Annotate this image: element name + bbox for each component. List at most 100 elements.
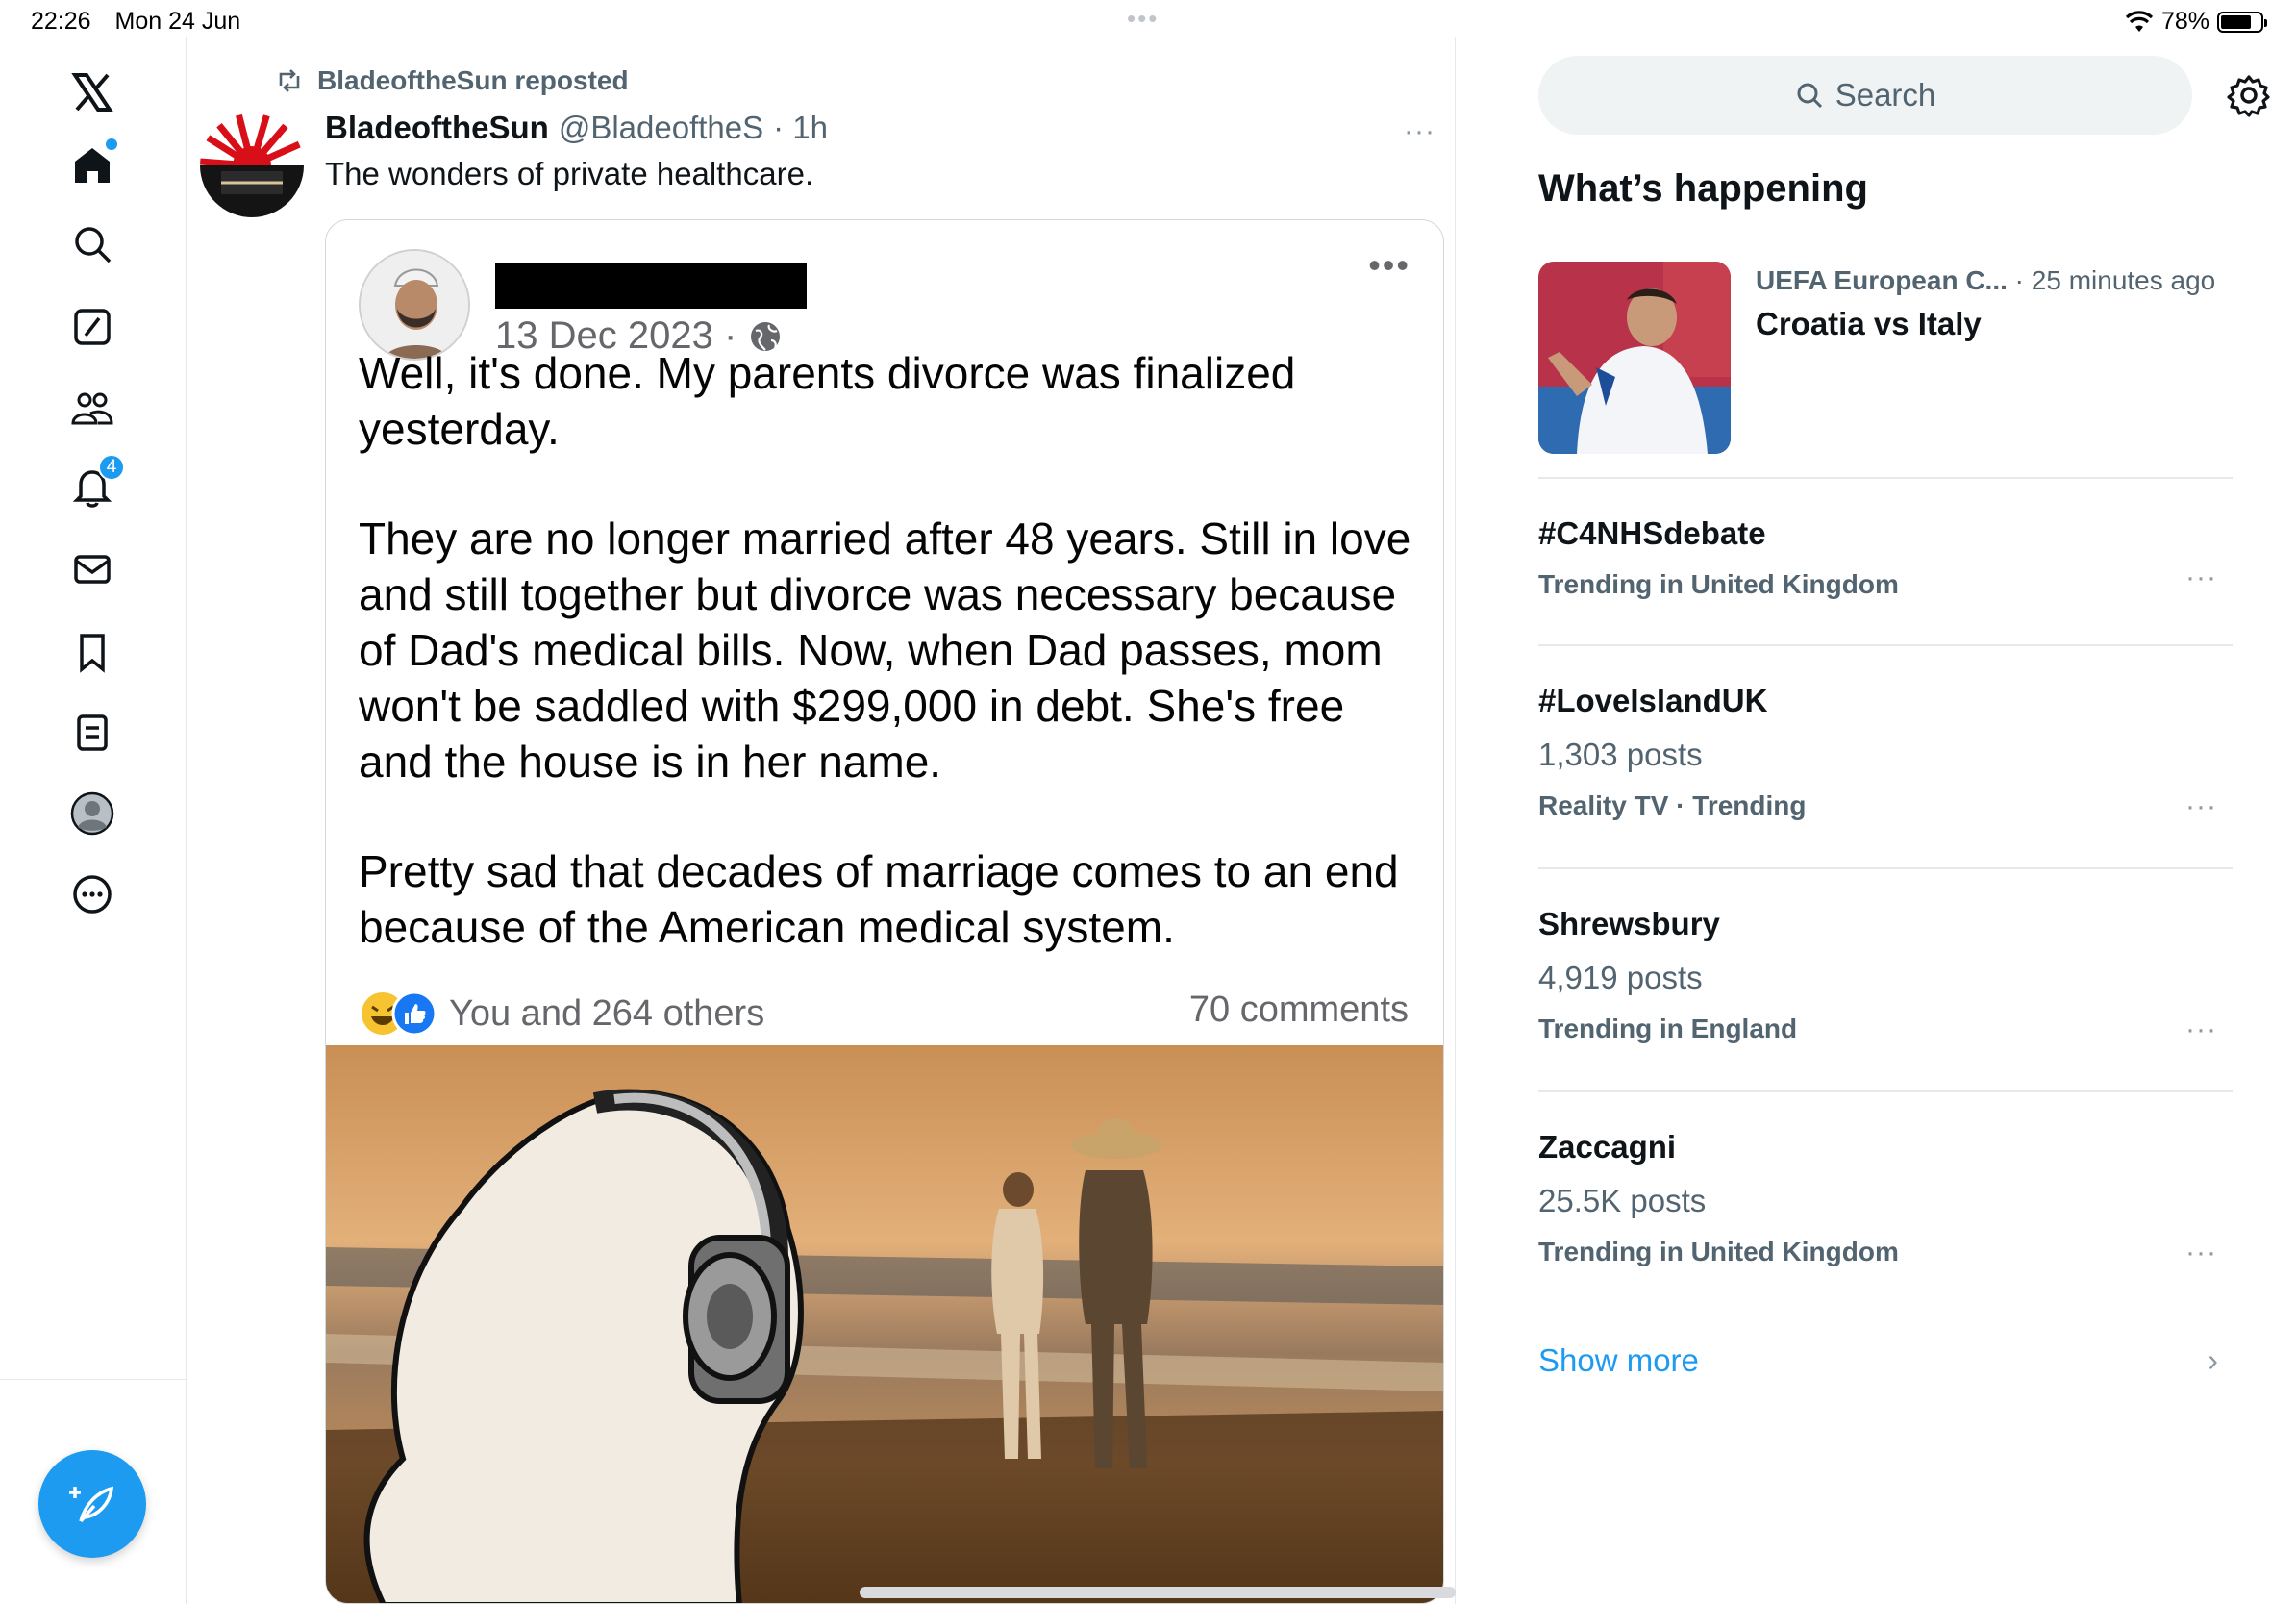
post-time[interactable]: · 1h: [773, 110, 828, 146]
trend-count: 4,919 posts: [1538, 960, 1703, 995]
nav-messages[interactable]: [58, 535, 127, 604]
trend-divider: [1538, 1090, 2233, 1092]
gear-icon: [2227, 75, 2270, 117]
repost-indicator[interactable]: BladeoftheSun reposted: [275, 65, 629, 96]
screenshot-paragraph: Well, it's done. My parents divorce was …: [359, 348, 1296, 454]
nav-profile[interactable]: [58, 779, 127, 848]
football-player-image: [1538, 262, 1731, 454]
battery-icon: [2217, 11, 2267, 33]
trend-more-button[interactable]: ···: [2185, 1237, 2217, 1269]
search-icon: [1797, 83, 1822, 109]
trend-name: Shrewsbury: [1538, 906, 1720, 941]
nav-lists[interactable]: [58, 698, 127, 767]
nav-bookmarks[interactable]: [58, 617, 127, 687]
news-meta: UEFA European C... · 25 minutes ago: [1756, 265, 2215, 296]
status-time: 22:26: [31, 8, 91, 35]
chevron-right-icon[interactable]: ›: [2208, 1342, 2218, 1379]
trend-context: Trending in United Kingdom: [1538, 569, 1899, 599]
screenshot-profile-avatar: [359, 249, 470, 361]
nav-divider: [0, 1379, 187, 1380]
list-icon: [77, 714, 108, 751]
trend-name: #LoveIslandUK: [1538, 683, 1768, 718]
bearded-man-avatar-image: [361, 251, 468, 359]
search-input[interactable]: Search: [1538, 56, 2192, 135]
wifi-icon: [2125, 10, 2154, 32]
trend-item[interactable]: #LoveIslandUK 1,303 posts Reality TV · T…: [1538, 683, 2233, 823]
section-title: What’s happening: [1538, 167, 1868, 210]
trend-divider: [1538, 644, 2233, 646]
nav-grok[interactable]: [58, 292, 127, 362]
compose-post-button[interactable]: [38, 1450, 146, 1558]
rising-sun-avatar-image: [200, 113, 304, 217]
nav-explore[interactable]: [58, 210, 127, 279]
timeline: BladeoftheSun reposted BladeoftheSun @Bl…: [187, 37, 1456, 1604]
status-bar: 22:26 Mon 24 Jun ••• 78%: [0, 0, 2296, 37]
mail-icon: [74, 555, 111, 584]
unread-dot: [106, 138, 117, 150]
battery-level: [2221, 14, 2252, 29]
screenshot-dots: •••: [1368, 245, 1410, 285]
show-more-link[interactable]: Show more: [1538, 1342, 1699, 1379]
search-icon: [75, 227, 112, 263]
trend-count: 1,303 posts: [1538, 737, 1703, 772]
trend-item[interactable]: Shrewsbury 4,919 posts Trending in Engla…: [1538, 906, 2233, 1046]
meme-image: [326, 1045, 1443, 1603]
grok-icon: [74, 309, 111, 345]
trend-context: Trending in England: [1538, 1014, 1798, 1043]
repost-icon: [279, 69, 300, 92]
bookmark-icon: [80, 634, 105, 673]
nav-more[interactable]: [58, 860, 127, 929]
app-root: { "status_bar": { "time": "22:26", "date…: [0, 0, 2296, 1604]
more-circle-icon: [73, 875, 112, 914]
x-logo[interactable]: [58, 58, 127, 127]
author-avatar[interactable]: [200, 113, 304, 217]
trend-more-button[interactable]: ···: [2185, 790, 2217, 823]
nav-home[interactable]: [58, 131, 127, 200]
search-placeholder: Search: [1834, 77, 1936, 113]
trend-count: 25.5K posts: [1538, 1183, 1707, 1218]
author-handle[interactable]: @BladeoftheS: [559, 110, 763, 146]
news-title: Croatia vs Italy: [1756, 306, 1982, 341]
trend-divider: [1538, 477, 2233, 479]
post-media-image[interactable]: 13 Dec 2023 · ••• Well, it's done. My pa…: [325, 219, 1444, 1604]
status-indicators: 78%: [2125, 8, 2267, 36]
trend-item[interactable]: Zaccagni 25.5K posts Trending in United …: [1538, 1129, 2233, 1269]
battery-percent: 78%: [2160, 8, 2209, 35]
news-card[interactable]: UEFA European C... · 25 minutes ago Croa…: [1538, 262, 2231, 454]
news-thumbnail: [1538, 262, 1731, 454]
post-more-button[interactable]: ···: [1404, 115, 1435, 148]
screenshot-body: Well, it's done. My parents divorce was …: [359, 345, 1416, 955]
trend-name: Zaccagni: [1538, 1129, 1677, 1165]
status-clock: 22:26 Mon 24 Jun: [31, 8, 258, 36]
comments-count: 70 comments: [1188, 990, 1409, 1030]
trend-more-button[interactable]: ···: [2185, 562, 2217, 594]
communities-icon: [71, 392, 113, 425]
trend-divider: [1538, 867, 2233, 869]
repost-label: BladeoftheSun reposted: [317, 65, 629, 95]
trend-context: Reality TV · Trending: [1538, 790, 1807, 820]
reactions-text: You and 264 others: [449, 992, 765, 1034]
profile-icon: [70, 791, 114, 836]
beach-couple-meme-image: [326, 1045, 1443, 1603]
nav-notifications[interactable]: 4: [58, 452, 127, 521]
news-source: UEFA European C...: [1756, 265, 2008, 295]
settings-button[interactable]: [2225, 71, 2273, 119]
scroll-indicator: [860, 1587, 1456, 1598]
feather-plus-icon: [69, 1486, 114, 1523]
post-header: BladeoftheSun @BladeoftheS · 1h: [325, 110, 828, 146]
trend-item[interactable]: #C4NHSdebate Trending in United Kingdom …: [1538, 515, 2233, 600]
author-name[interactable]: BladeoftheSun: [325, 110, 549, 146]
post-text: The wonders of private healthcare.: [325, 156, 814, 191]
redacted-name-bar: [495, 263, 807, 309]
trend-context: Trending in United Kingdom: [1538, 1237, 1899, 1266]
trend-name: #C4NHSdebate: [1538, 515, 1766, 551]
news-time: · 25 minutes ago: [2014, 265, 2216, 295]
screenshot-paragraph: Pretty sad that decades of marriage come…: [359, 846, 1399, 952]
nav-communities[interactable]: [58, 373, 127, 442]
multitasking-dots[interactable]: •••: [1127, 4, 1159, 34]
trend-more-button[interactable]: ···: [2185, 1014, 2217, 1046]
screenshot-paragraph: They are no longer married after 48 year…: [359, 514, 1411, 787]
reaction-icons: [362, 990, 437, 1037]
left-navigation: 4: [0, 37, 187, 1604]
status-date: Mon 24 Jun: [114, 8, 241, 35]
